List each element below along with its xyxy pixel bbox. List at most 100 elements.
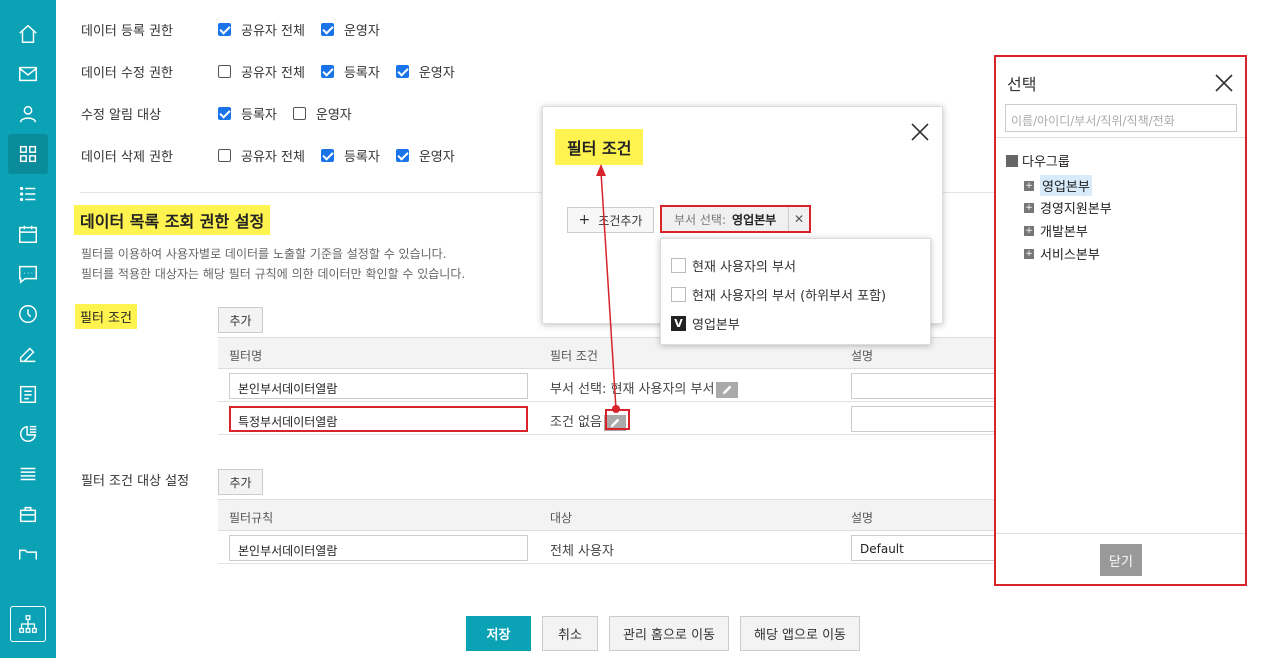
header-cell: 대상 [550, 511, 573, 525]
table-header: 필터규칙 대상 설명 [218, 499, 995, 531]
filter-condition-cell: 부서 선택: 현재 사용자의 부서 [550, 378, 739, 398]
user-icon[interactable] [8, 94, 48, 134]
checkbox[interactable] [671, 287, 686, 302]
rule-select[interactable]: 본인부서데이터열람 [229, 535, 528, 561]
tree-item-label: 영업본부 [1040, 175, 1092, 196]
tree-root-label: 다우그룹 [1022, 155, 1070, 170]
selector-title: 선택 [1007, 75, 1037, 94]
calendar-icon[interactable] [8, 214, 48, 254]
perm-row-notify: 수정 알림 대상 등록자 운영자 [81, 103, 368, 123]
perm-label: 데이터 등록 권한 [81, 23, 173, 39]
mail-icon[interactable] [8, 54, 48, 94]
table-row: 본인부서데이터열람 부서 선택: 현재 사용자의 부서 [218, 369, 1001, 402]
plus-icon: + [578, 212, 591, 228]
option-label: 영업본부 [692, 318, 740, 333]
section-desc-2: 필터를 적용한 대상자는 해당 필터 규칙에 의한 데이터만 확인할 수 있습니… [81, 267, 466, 281]
target-cell: 전체 사용자 [550, 544, 614, 559]
list-icon[interactable] [8, 174, 48, 214]
org-chart-icon[interactable] [10, 606, 46, 642]
desc-input[interactable]: Default [851, 535, 1001, 561]
perm-row-register: 데이터 등록 권한 공유자 전체 운영자 [81, 19, 396, 39]
tag-value: 영업본부 [732, 212, 777, 227]
filter-condition-label: 필터 조건 [75, 304, 137, 329]
chat-icon[interactable] [8, 254, 48, 294]
folder-icon[interactable] [8, 534, 48, 574]
add-condition-button[interactable]: + 조건추가 [567, 207, 654, 233]
condition-tag[interactable]: 부서 선택: 영업본부 ✕ [660, 205, 811, 233]
building-icon [1006, 154, 1018, 167]
checkbox[interactable] [218, 148, 231, 162]
tree-root[interactable]: 다우그룹 [1006, 151, 1070, 170]
checkbox[interactable] [395, 148, 409, 162]
tree-item[interactable]: + 경영지원본부 [1024, 198, 1112, 217]
apps-icon[interactable] [8, 134, 48, 174]
perm-label: 수정 알림 대상 [81, 107, 162, 123]
close-icon[interactable] [1214, 73, 1234, 93]
admin-home-button[interactable]: 관리 홈으로 이동 [609, 616, 729, 651]
expand-icon[interactable]: + [1024, 225, 1034, 236]
target-table: 필터규칙 대상 설명 본인부서데이터열람 전체 사용자 Default [218, 499, 1001, 564]
table-row: 본인부서데이터열람 전체 사용자 Default [218, 531, 1001, 564]
filter-name-input[interactable]: 본인부서데이터열람 [229, 373, 528, 399]
save-button[interactable]: 저장 [466, 616, 531, 651]
tree-item-label: 서비스본부 [1040, 248, 1100, 263]
dropdown-option[interactable]: 현재 사용자의 부서 (하위부서 포함) [671, 285, 886, 304]
checkbox[interactable] [218, 64, 231, 78]
close-button[interactable]: 닫기 [1100, 544, 1142, 576]
header-cell: 설명 [851, 511, 874, 525]
pencil-icon[interactable] [716, 381, 739, 398]
briefcase-icon[interactable] [8, 494, 48, 534]
tree-item[interactable]: + 영업본부 [1024, 175, 1092, 196]
home-icon[interactable] [8, 14, 48, 54]
perm-row-modify: 데이터 수정 권한 공유자 전체 등록자 운영자 [81, 61, 471, 81]
chart-icon[interactable] [8, 414, 48, 454]
add-filter-button[interactable]: 추가 [218, 307, 263, 333]
tree-item[interactable]: + 개발본부 [1024, 221, 1088, 240]
checkbox[interactable] [292, 106, 306, 120]
go-to-app-button[interactable]: 해당 앱으로 이동 [740, 616, 860, 651]
expand-icon[interactable]: + [1024, 180, 1034, 191]
stack-icon[interactable] [8, 454, 48, 494]
edit-icon[interactable] [8, 334, 48, 374]
option-label: 운영자 [418, 65, 455, 81]
option-label: 운영자 [343, 23, 380, 39]
dropdown-option[interactable]: 현재 사용자의 부서 [671, 256, 796, 275]
add-target-button[interactable]: 추가 [218, 469, 263, 495]
checkbox[interactable] [320, 148, 334, 162]
checkbox[interactable] [395, 64, 409, 78]
section-title: 데이터 목록 조회 권한 설정 [74, 205, 271, 235]
expand-icon[interactable]: + [1024, 202, 1034, 213]
remove-tag-icon[interactable]: ✕ [788, 207, 809, 231]
section-desc-1: 필터를 이용하여 사용자별로 데이터를 노출할 기준을 설정할 수 있습니다. [81, 247, 447, 261]
close-icon[interactable] [909, 121, 931, 143]
tag-key: 부서 선택: [674, 212, 727, 227]
checkbox[interactable] [320, 22, 334, 36]
checkbox[interactable] [218, 22, 231, 36]
perm-label: 데이터 수정 권한 [81, 65, 173, 81]
checkbox[interactable] [671, 258, 686, 273]
header-cell: 설명 [851, 349, 874, 363]
checkbox[interactable] [218, 106, 231, 120]
popup-title: 필터 조건 [555, 129, 644, 165]
filter-desc-input[interactable] [851, 373, 1001, 399]
clock-icon[interactable] [8, 294, 48, 334]
option-label: 현재 사용자의 부서 [692, 260, 796, 275]
filter-name-input[interactable]: 특정부서데이터열람 [229, 406, 528, 432]
target-label: 필터 조건 대상 설정 [81, 474, 190, 489]
department-dropdown: 현재 사용자의 부서 현재 사용자의 부서 (하위부서 포함) V 영업본부 [660, 238, 931, 345]
report-icon[interactable] [8, 374, 48, 414]
filter-desc-input[interactable] [851, 406, 1001, 432]
tree-item[interactable]: + 서비스본부 [1024, 244, 1100, 263]
selector-panel: 선택 이름/아이디/부서/직위/직책/전화 다우그룹 + 영업본부 + 경영지원본부… [994, 55, 1247, 586]
tree-item-label: 경영지원본부 [1040, 202, 1112, 217]
expand-icon[interactable]: + [1024, 248, 1034, 259]
option-label: 운영자 [418, 149, 455, 165]
left-rail [0, 0, 56, 658]
dropdown-option[interactable]: V 영업본부 [671, 314, 740, 333]
option-label: 공유자 전체 [241, 23, 305, 39]
checkbox[interactable]: V [671, 316, 686, 331]
search-input[interactable]: 이름/아이디/부서/직위/직책/전화 [1005, 104, 1237, 132]
checkbox[interactable] [320, 64, 334, 78]
cancel-button[interactable]: 취소 [542, 616, 598, 651]
option-label: 등록자 [343, 149, 380, 165]
